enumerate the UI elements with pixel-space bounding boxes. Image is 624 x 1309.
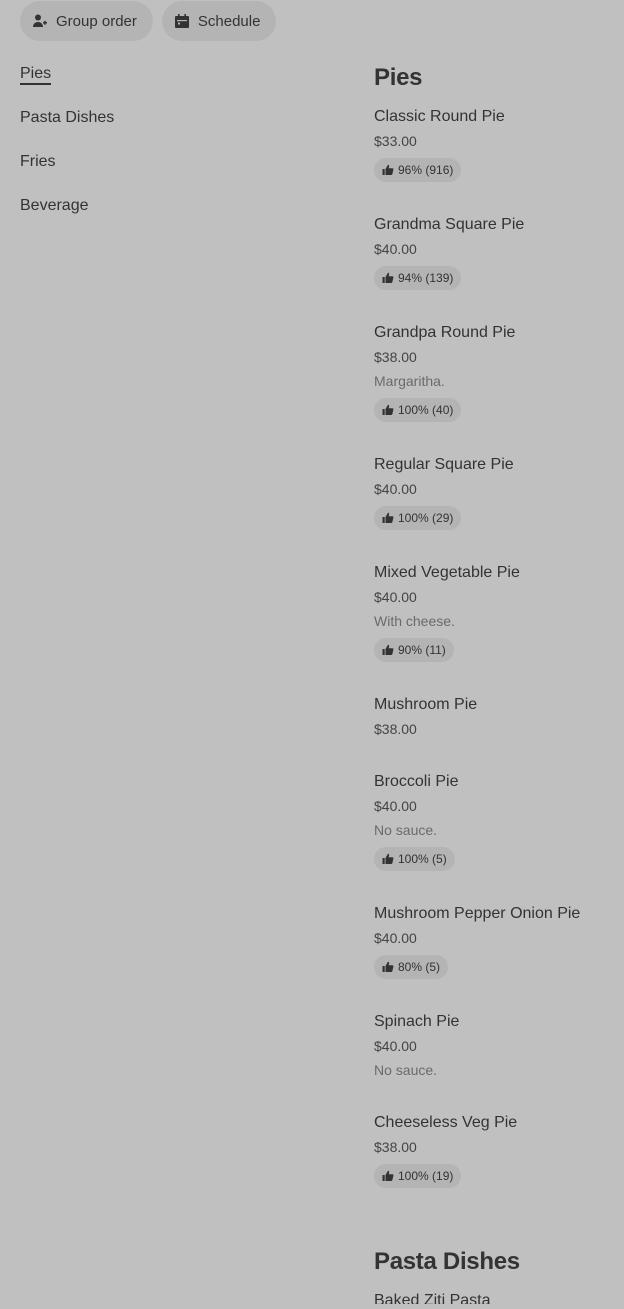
item-description: No sauce.	[374, 1062, 438, 1078]
item-price: $40.00	[374, 1038, 417, 1054]
thumbs-up-icon	[382, 272, 394, 283]
sidebar-item-pasta-dishes[interactable]: Pasta Dishes	[20, 106, 320, 130]
item-name: Mushroom Pie	[374, 696, 478, 713]
rating-text: 90% (11)	[398, 643, 446, 657]
item-price: $40.00	[374, 930, 417, 946]
menu-item[interactable]: Grandpa Round Pie $38.00 Margaritha. 100…	[374, 322, 619, 422]
item-price: $40.00	[374, 589, 417, 605]
menu-item[interactable]: Mixed Vegetable Pie $40.00 With cheese. …	[374, 562, 619, 662]
item-description: No sauce.	[374, 822, 438, 838]
sidebar-item-label: Fries	[20, 153, 56, 170]
menu-item[interactable]: Spinach Pie $40.00 No sauce.	[374, 1011, 619, 1080]
rating-text: 100% (5)	[398, 852, 447, 866]
thumbs-up-icon	[382, 1170, 394, 1181]
item-price: $40.00	[374, 241, 417, 257]
item-name: Regular Square Pie	[374, 456, 514, 473]
schedule-button[interactable]: Schedule	[161, 1, 277, 41]
top-actions: Group order Schedule	[20, 1, 277, 41]
rating-badge: 100% (5)	[374, 847, 455, 871]
sidebar-item-label: Pasta Dishes	[20, 109, 115, 126]
menu-item[interactable]: Grandma Square Pie $40.00 94% (139)	[374, 214, 619, 290]
item-name: Broccoli Pie	[374, 773, 459, 790]
sidebar-item-pies[interactable]: Pies	[20, 62, 320, 86]
schedule-label: Schedule	[197, 12, 261, 30]
menu-item[interactable]: Mushroom Pie $38.00	[374, 694, 619, 739]
item-description: With cheese.	[374, 613, 455, 629]
rating-text: 100% (40)	[398, 403, 454, 417]
menu-item[interactable]: Baked Ziti Pasta	[374, 1290, 619, 1304]
item-price: $40.00	[374, 798, 417, 814]
add-person-icon	[33, 14, 47, 27]
rating-badge: 80% (5)	[374, 955, 449, 979]
menu-section-pasta-dishes: Pasta Dishes Baked Ziti Pasta	[374, 1248, 619, 1304]
item-name: Mixed Vegetable Pie	[374, 564, 520, 581]
menu-item[interactable]: Cheeseless Veg Pie $38.00 100% (19)	[374, 1112, 619, 1188]
item-description: Margaritha.	[374, 373, 445, 389]
sidebar-item-beverage[interactable]: Beverage	[20, 194, 320, 218]
thumbs-up-icon	[382, 404, 394, 415]
thumbs-up-icon	[382, 961, 394, 972]
menu-item[interactable]: Mushroom Pepper Onion Pie $40.00 80% (5)	[374, 903, 619, 979]
item-name: Grandpa Round Pie	[374, 324, 516, 341]
menu-item[interactable]: Classic Round Pie $33.00 96% (916)	[374, 106, 619, 182]
rating-badge: 96% (916)	[374, 158, 462, 182]
rating-badge: 90% (11)	[374, 638, 454, 662]
item-name: Classic Round Pie	[374, 108, 505, 125]
item-name: Grandma Square Pie	[374, 216, 525, 233]
rating-badge: 100% (29)	[374, 506, 462, 530]
section-title: Pies	[374, 64, 423, 91]
thumbs-up-icon	[382, 644, 394, 655]
section-title: Pasta Dishes	[374, 1248, 520, 1275]
calendar-icon	[174, 14, 189, 28]
group-order-label: Group order	[56, 12, 137, 30]
rating-text: 94% (139)	[398, 271, 454, 285]
item-price: $38.00	[374, 1139, 417, 1155]
category-sidebar: Pies Pasta Dishes Fries Beverage	[20, 62, 320, 238]
rating-badge: 94% (139)	[374, 266, 462, 290]
menu-item[interactable]: Regular Square Pie $40.00 100% (29)	[374, 454, 619, 530]
thumbs-up-icon	[382, 853, 394, 864]
sidebar-item-label: Pies	[20, 65, 52, 85]
item-name: Spinach Pie	[374, 1013, 460, 1030]
menu-section-pies: Pies Classic Round Pie $33.00 96% (916) …	[374, 64, 619, 1220]
thumbs-up-icon	[382, 164, 394, 175]
thumbs-up-icon	[382, 512, 394, 523]
rating-badge: 100% (40)	[374, 398, 462, 422]
rating-text: 100% (29)	[398, 511, 454, 525]
item-name: Baked Ziti Pasta	[374, 1292, 491, 1304]
menu-item[interactable]: Broccoli Pie $40.00 No sauce. 100% (5)	[374, 771, 619, 871]
rating-text: 96% (916)	[398, 163, 454, 177]
item-name: Cheeseless Veg Pie	[374, 1114, 518, 1131]
item-price: $40.00	[374, 481, 417, 497]
sidebar-item-label: Beverage	[20, 197, 89, 214]
rating-text: 80% (5)	[398, 960, 441, 974]
rating-badge: 100% (19)	[374, 1164, 462, 1188]
item-price: $38.00	[374, 349, 417, 365]
item-name: Mushroom Pepper Onion Pie	[374, 905, 581, 922]
rating-text: 100% (19)	[398, 1169, 454, 1183]
sidebar-item-fries[interactable]: Fries	[20, 150, 320, 174]
group-order-button[interactable]: Group order	[20, 1, 153, 41]
item-price: $38.00	[374, 721, 417, 737]
item-price: $33.00	[374, 133, 417, 149]
